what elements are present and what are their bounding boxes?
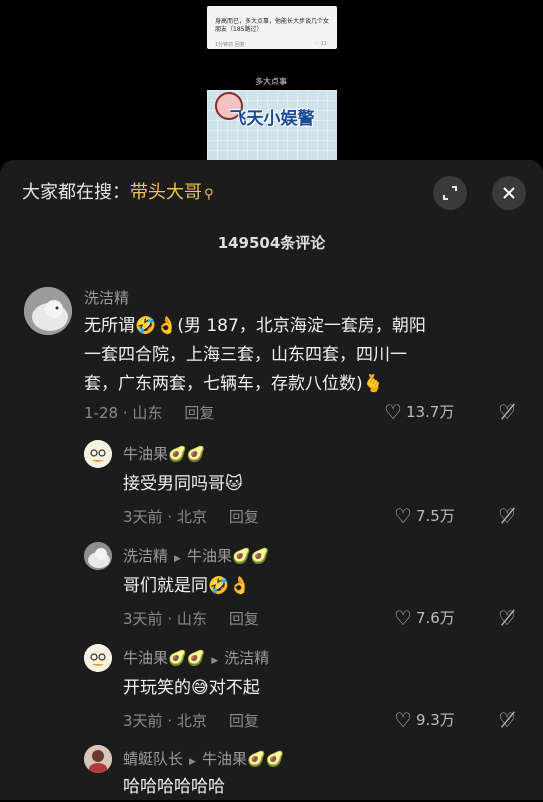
dislike-icon[interactable]: ♡̸: [498, 400, 516, 424]
dislike-icon[interactable]: ♡̸: [498, 504, 516, 528]
video-thumbnail[interactable]: 飞天小娱警: [207, 90, 337, 160]
previous-video-meta: 1分钟前 回复: [215, 42, 245, 48]
comment-text: 开玩笑的😅对不起: [123, 678, 260, 698]
comment-meta: 3天前 · 山东 回复: [123, 610, 259, 628]
reply-button[interactable]: 回复: [229, 712, 259, 730]
video-label: 多大点事: [255, 77, 287, 86]
search-icon: ⚲: [204, 187, 214, 202]
dislike-icon[interactable]: ♡̸: [498, 708, 516, 732]
comment-date: 1-28: [84, 404, 119, 422]
comment-date: 3天前: [123, 508, 163, 526]
like-count: 7.5万: [415, 507, 455, 525]
comment-username[interactable]: 牛油果🥑🥑: [123, 443, 205, 464]
avatar[interactable]: [24, 287, 72, 335]
comment-text: 哥们就是同🤣👌: [123, 576, 251, 596]
expand-icon: [443, 186, 457, 200]
previous-video-likes: ♡ 11: [314, 41, 327, 47]
reply-to-username[interactable]: 洗洁精: [224, 649, 269, 667]
close-button[interactable]: [492, 176, 526, 210]
comment-username[interactable]: 牛油果🥑🥑 ▶ 洗洁精: [123, 647, 269, 668]
like-button[interactable]: ♡ 7.5万: [394, 504, 455, 528]
comment-text: 哈哈哈哈哈哈: [123, 777, 225, 797]
comment-location: 山东: [176, 610, 207, 628]
comment-text: 接受男同吗哥🐱: [123, 474, 243, 494]
heart-icon: ♡: [394, 708, 412, 732]
heart-icon: ♡: [384, 400, 402, 424]
reply-arrow-icon: ▶: [174, 554, 181, 564]
reply-arrow-icon: ▶: [189, 757, 196, 767]
comment-count: 149504条评论: [217, 234, 326, 252]
avatar[interactable]: [84, 745, 112, 773]
comment-text-line: 无所谓🤣👌(男 187，北京海淀一套房，朝阳: [84, 316, 426, 336]
search-keyword[interactable]: 带头大哥: [130, 182, 202, 203]
like-count: 13.7万: [405, 403, 455, 421]
like-count: 7.6万: [415, 609, 455, 627]
avatar[interactable]: [84, 542, 112, 570]
reply-to-username[interactable]: 牛油果🥑🥑: [187, 547, 269, 565]
dislike-icon[interactable]: ♡̸: [498, 606, 516, 630]
search-prefix: 大家都在搜：: [22, 182, 130, 203]
like-count: 9.3万: [415, 711, 455, 729]
comment-meta: 1-28 · 山东 回复: [84, 404, 215, 422]
comment-text-line: 套，广东两套，七辆车，存款八位数)🫰: [84, 374, 384, 394]
heart-icon: ♡: [394, 504, 412, 528]
like-button[interactable]: ♡ 9.3万: [394, 708, 455, 732]
video-logo: 飞天小娱警: [229, 109, 315, 129]
reply-button[interactable]: 回复: [229, 508, 259, 526]
previous-video-caption: 身高而已，多大点事，他能长大步谈几个女朋友（185路过）: [215, 18, 330, 33]
reply-to-username[interactable]: 牛油果🥑🥑: [202, 750, 284, 768]
comment-meta: 3天前 · 北京 回复: [123, 508, 259, 526]
avatar[interactable]: [84, 440, 112, 468]
comment-username[interactable]: 洗洁精 ▶ 牛油果🥑🥑: [123, 545, 269, 566]
reply-arrow-icon: ▶: [211, 656, 219, 666]
close-icon: [503, 187, 515, 199]
like-button[interactable]: ♡ 7.6万: [394, 606, 455, 630]
reply-button[interactable]: 回复: [229, 610, 259, 628]
heart-icon: ♡: [394, 606, 412, 630]
comment-username[interactable]: 蜻蜓队长 ▶ 牛油果🥑🥑: [123, 748, 284, 769]
search-suggestion[interactable]: 大家都在搜：带头大哥 ⚲: [22, 178, 214, 204]
expand-button[interactable]: [433, 176, 467, 210]
comment-text-line: 一套四合院，上海三套，山东四套，四川一: [84, 345, 407, 365]
comment-location: 北京: [176, 508, 207, 526]
like-button[interactable]: ♡ 13.7万: [384, 400, 454, 424]
comment-date: 3天前: [123, 712, 163, 730]
comment-date: 3天前: [123, 610, 163, 628]
avatar[interactable]: [84, 644, 112, 672]
comment-meta: 3天前 · 北京 回复: [123, 712, 259, 730]
comment-username[interactable]: 洗洁精: [84, 287, 129, 308]
reply-button[interactable]: 回复: [184, 404, 214, 422]
comments-sheet: 大家都在搜：带头大哥 ⚲ 149504条评论 洗洁精 无所谓🤣👌(男 187，北京…: [0, 160, 543, 800]
comment-location: 山东: [132, 404, 163, 422]
comment-location: 北京: [176, 712, 207, 730]
previous-video-thumbnail[interactable]: 身高而已，多大点事，他能长大步谈几个女朋友（185路过） 1分钟前 回复 ♡ 1…: [207, 6, 337, 49]
